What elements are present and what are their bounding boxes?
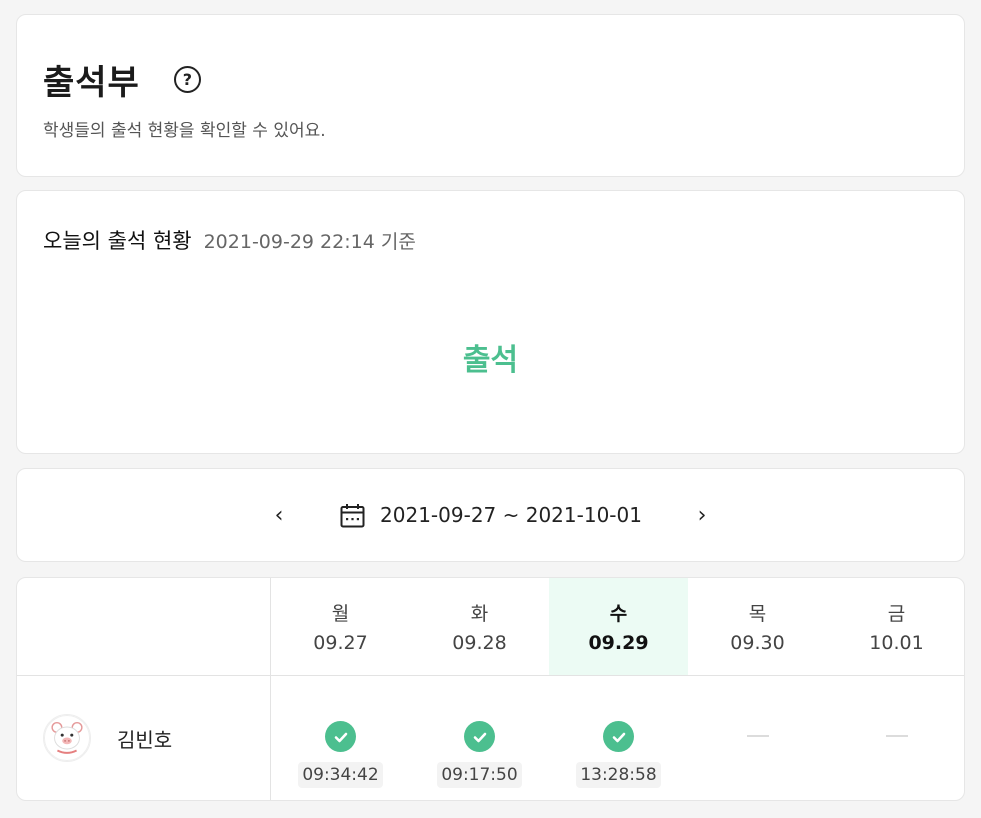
day-header-fri: 금 10.01 xyxy=(827,578,964,675)
week-navigation-card: ‹ 2021-09-27 ~ 2021-10-01 › xyxy=(16,468,965,562)
check-circle-icon xyxy=(603,721,634,752)
page-title: 출석부 xyxy=(43,63,140,103)
check-circle-icon xyxy=(325,721,356,752)
attendance-cell-tue: 09:17:50 xyxy=(410,675,549,800)
day-date: 09.30 xyxy=(730,632,785,654)
check-circle-icon xyxy=(464,721,495,752)
day-header-mon: 월 09.27 xyxy=(271,578,410,675)
today-header: 오늘의 출석 현황 2021-09-29 22:14 기준 xyxy=(43,225,416,255)
title-row: 출석부 ? xyxy=(43,55,201,104)
day-header-thu: 목 09.30 xyxy=(688,578,827,675)
today-status: 출석 xyxy=(462,343,519,378)
attendance-cell-thu xyxy=(688,675,827,800)
today-label: 오늘의 출석 현황 xyxy=(43,229,192,253)
day-name: 수 xyxy=(609,603,628,625)
student-name: 김빈호 xyxy=(117,727,173,752)
attendance-table: 월 09.27 화 09.28 수 09.29 목 09.30 금 10.01 xyxy=(16,577,965,801)
week-range[interactable]: 2021-09-27 ~ 2021-10-01 xyxy=(380,503,642,527)
help-circle-icon[interactable]: ? xyxy=(173,66,201,93)
week-navigation: ‹ 2021-09-27 ~ 2021-10-01 › xyxy=(17,469,964,561)
attendance-grid: 월 09.27 화 09.28 수 09.29 목 09.30 금 10.01 xyxy=(17,578,964,800)
check-in-time: 13:28:58 xyxy=(576,762,661,788)
no-record-dash xyxy=(746,735,769,737)
prev-week-button[interactable]: ‹ xyxy=(267,503,291,528)
day-date: 09.28 xyxy=(452,632,507,654)
attendance-cell-fri xyxy=(827,675,964,800)
day-date: 09.29 xyxy=(588,632,649,654)
today-attendance-card: 오늘의 출석 현황 2021-09-29 22:14 기준 출석 xyxy=(16,190,965,454)
check-in-time: 09:34:42 xyxy=(298,762,383,788)
day-name: 월 xyxy=(331,603,350,625)
day-name: 금 xyxy=(887,603,906,625)
day-name: 목 xyxy=(748,603,767,625)
pig-avatar-icon xyxy=(43,714,91,762)
calendar-icon[interactable] xyxy=(339,502,366,529)
check-in-time: 09:17:50 xyxy=(437,762,522,788)
no-record-dash xyxy=(885,735,908,737)
next-week-button[interactable]: › xyxy=(690,503,714,528)
attendance-cell-wed: 13:28:58 xyxy=(549,675,688,800)
day-date: 09.27 xyxy=(313,632,368,654)
attendance-cell-mon: 09:34:42 xyxy=(271,675,410,800)
day-header-tue: 화 09.28 xyxy=(410,578,549,675)
header-card: 출석부 ? 학생들의 출석 현황을 확인할 수 있어요. xyxy=(16,14,965,177)
page-subtitle: 학생들의 출석 현황을 확인할 수 있어요. xyxy=(43,121,326,141)
day-header-wed-today: 수 09.29 xyxy=(549,578,688,675)
student-info[interactable]: 김빈호 xyxy=(43,714,172,762)
day-date: 10.01 xyxy=(869,632,924,654)
day-name: 화 xyxy=(470,603,489,625)
today-timestamp: 2021-09-29 22:14 기준 xyxy=(203,231,416,253)
